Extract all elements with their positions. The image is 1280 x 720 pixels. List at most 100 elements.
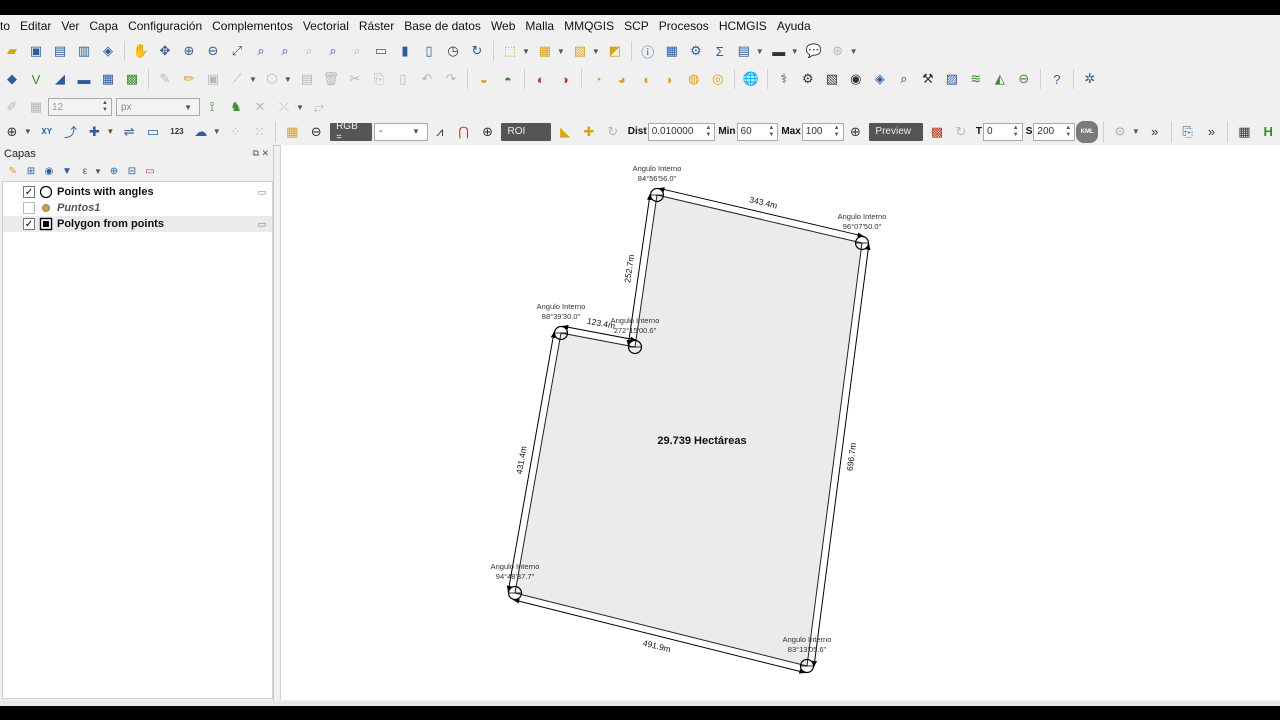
select-by-value-icon[interactable]: ▦ [534,40,556,62]
menu-item[interactable]: Base de datos [399,15,486,37]
chevron-down-icon[interactable]: ▼ [213,127,221,136]
menu-item[interactable]: Complementos [207,15,298,37]
annotation-snap-icon[interactable]: ⥂ [308,96,330,118]
chevron-down-icon[interactable]: ▼ [106,127,114,136]
grid-icon[interactable]: ▦ [1233,121,1255,143]
menu-item[interactable]: Capa [84,15,123,37]
zoom-native-icon[interactable]: ⌕ [298,40,320,62]
save-edits-icon[interactable]: ▣ [202,68,224,90]
field-calculator-icon[interactable]: ▤ [733,40,755,62]
label-diagram-icon[interactable]: ◓ [497,68,519,90]
graphical-modeler-icon[interactable]: ▧ [821,68,843,90]
menu-item[interactable]: Malla [520,15,559,37]
redo-icon[interactable]: ↷ [440,68,462,90]
menu-item[interactable]: to [0,15,15,37]
spin-arrows-icon[interactable]: ▲ ▼ [834,125,840,139]
label-rotate-icon[interactable]: ◖ [635,68,657,90]
pan-to-selection-icon[interactable]: ✥ [154,40,176,62]
menu-item[interactable]: Ver [56,15,84,37]
annotation-fill-icon[interactable]: ♞ [225,96,247,118]
temporal-controller-icon[interactable]: ◷ [442,40,464,62]
preview-redo-icon[interactable]: ↻ [950,121,972,143]
spin-arrows-icon[interactable]: ▲ ▼ [705,125,711,139]
layer-row[interactable]: ✓ Points with angles ▭ [3,184,272,200]
menu-item[interactable]: Ráster [354,15,399,37]
label-toolbar-icon[interactable]: ◒ [473,68,495,90]
t-input[interactable]: 0 ▲ ▼ [982,122,1023,141]
show-bookmarks-icon[interactable]: ▯ [418,40,440,62]
style-manager-icon[interactable]: ◈ [97,40,119,62]
deselect-icon[interactable]: ▧ [569,40,591,62]
add-vector-icon[interactable]: ▬ [73,68,95,90]
h-icon[interactable]: H [1257,121,1279,143]
more-toolbar-icon[interactable]: » [1144,121,1166,143]
chevron-down-icon[interactable]: ▼ [522,47,530,56]
add-raster-icon[interactable]: ▦ [97,68,119,90]
settings-gear-icon[interactable]: ⚙ [685,40,707,62]
zoom-full-icon[interactable]: ⤢ [226,40,248,62]
help-icon[interactable]: ? [1046,68,1068,90]
chevron-down-icon[interactable]: ▼ [850,47,858,56]
parcel-polygon[interactable] [514,194,863,667]
annotation-line-icon[interactable]: ⟟ [201,96,223,118]
close-icon[interactable]: ✕ [261,148,269,158]
attribute-table-icon[interactable]: ▦ [661,40,683,62]
pan-icon[interactable]: ✋ [130,40,152,62]
label-show-hide-icon[interactable]: ◔ [587,68,609,90]
label-highlight-icon[interactable]: ◐ [530,68,552,90]
layer-indicator-icon[interactable]: ▭ [257,219,266,230]
add-layer-icon[interactable]: ◢ [49,68,71,90]
menu-item[interactable]: SCP [619,15,654,37]
magnifier-icon[interactable]: ⌕ [893,68,915,90]
identify-icon[interactable]: ⓘ [637,40,659,62]
delete-selected-icon[interactable]: 🗑 [320,68,342,90]
copy-layer-icon[interactable]: ⎘ [1177,121,1199,143]
crosshair-icon[interactable]: ⊕ [1,121,23,143]
menu-item[interactable]: Vectorial [298,15,354,37]
save-as-icon[interactable]: ▤ [49,40,71,62]
chevron-down-icon[interactable]: ▼ [249,75,257,84]
menu-item[interactable]: HCMGIS [714,15,772,37]
expand-all-icon[interactable]: ⊕ [106,163,122,179]
undo-icon[interactable]: ↶ [416,68,438,90]
layer-row[interactable]: Puntos1 [3,200,272,216]
network-plugin-icon[interactable]: ✲ [1079,68,1101,90]
menu-item[interactable]: Procesos [654,15,714,37]
float-icon[interactable]: ⧉ [253,148,259,158]
chevron-down-icon[interactable]: ▼ [557,47,565,56]
zoom-next-icon[interactable]: ⌕ [346,40,368,62]
modify-attributes-icon[interactable]: ▤ [296,68,318,90]
label-edit-icon[interactable]: ◍ [683,68,705,90]
toggle-editing-icon[interactable]: ✏ [178,68,200,90]
paste-icon[interactable]: ▯ [392,68,414,90]
no-entry-icon[interactable]: ⊖ [1013,68,1035,90]
image-tool-icon[interactable]: ▨ [941,68,963,90]
layers-stack-icon[interactable]: ≋ [965,68,987,90]
roi-add-icon[interactable]: ✚ [578,121,600,143]
kml-icon[interactable]: KML [1076,120,1099,143]
add-wms-icon[interactable]: ▩ [121,68,143,90]
unit-select[interactable]: px ▼ [116,98,200,116]
xy-coordinate-icon[interactable]: XY [36,121,58,143]
more-toolbar-icon[interactable]: » [1201,121,1223,143]
locator-icon[interactable]: ⊛ [827,40,849,62]
dist-input[interactable]: 0.010000 ▲ ▼ [647,122,716,141]
chevron-down-icon[interactable]: ▼ [1132,127,1140,136]
python-console-icon[interactable]: ⚕ [773,68,795,90]
scatter-icon[interactable]: ⁘ [225,121,247,143]
cut-icon[interactable]: ✂ [344,68,366,90]
open-project-icon[interactable]: ▰ [1,40,23,62]
current-edits-icon[interactable]: ✎ [154,68,176,90]
collapse-all-icon[interactable]: ⊟ [124,163,140,179]
scp-zoom-icon[interactable]: ⊖ [305,121,327,143]
data-source-manager-icon[interactable]: ◆ [1,68,23,90]
preview-button[interactable]: Preview [869,122,924,141]
copy-icon[interactable]: ⎘ [368,68,390,90]
new-map-view-icon[interactable]: ▭ [370,40,392,62]
add-group-icon[interactable]: ⊞ [23,163,39,179]
preview-zoom-icon[interactable]: ⊕ [845,121,867,143]
zoom-layer-icon[interactable]: ⌕ [274,40,296,62]
zoom-last-icon[interactable]: ⌕ [322,40,344,62]
path-tool-icon[interactable]: ⇌ [118,121,140,143]
zoom-out-icon[interactable]: ⊖ [202,40,224,62]
